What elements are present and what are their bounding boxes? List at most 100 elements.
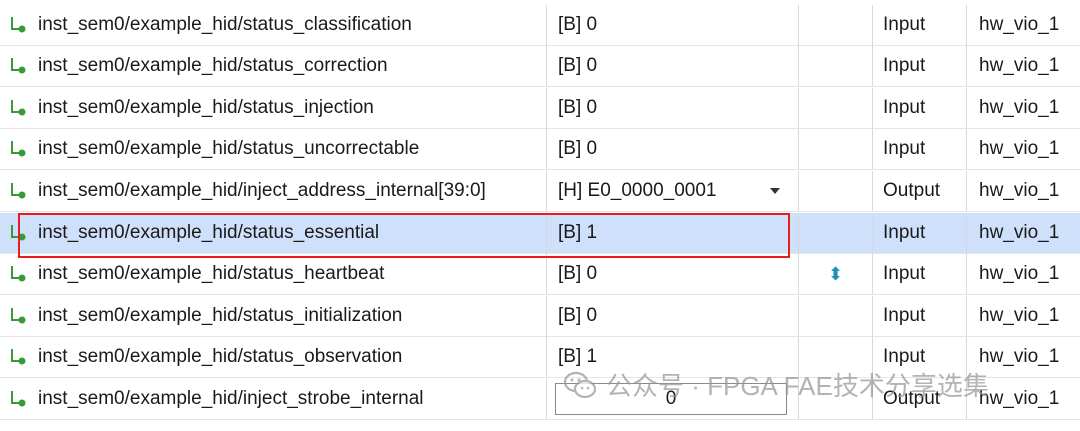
table-row[interactable]: inst_sem0/example_hid/status_observation…: [0, 337, 1080, 378]
probe-value-cell[interactable]: [B] 1: [547, 337, 799, 378]
vio-cell: hw_vio_1: [967, 46, 1080, 87]
probe-name: inst_sem0/example_hid/status_injection: [38, 97, 374, 118]
probe-value-cell[interactable]: 0: [547, 379, 799, 420]
vio-cell: hw_vio_1: [967, 171, 1080, 212]
probe-name: inst_sem0/example_hid/status_initializat…: [38, 305, 403, 326]
table-row[interactable]: inst_sem0/example_hid/status_injection […: [0, 88, 1080, 129]
table-row-selected[interactable]: inst_sem0/example_hid/status_essential […: [0, 213, 1080, 254]
probe-vio: hw_vio_1: [979, 14, 1060, 35]
probe-bus-icon: [8, 180, 30, 202]
activity-cell: [799, 213, 873, 254]
probe-value-cell[interactable]: [B] 0: [547, 129, 799, 170]
probe-name-cell[interactable]: inst_sem0/example_hid/status_observation: [0, 337, 547, 378]
probe-direction: Input: [883, 97, 926, 118]
probe-name-cell[interactable]: inst_sem0/example_hid/status_heartbeat: [0, 254, 547, 295]
direction-cell: Input: [873, 296, 967, 337]
probe-name-cell[interactable]: inst_sem0/example_hid/status_uncorrectab…: [0, 129, 547, 170]
activity-cell: [799, 129, 873, 170]
activity-cell: [799, 5, 873, 46]
direction-cell: Output: [873, 379, 967, 420]
vio-cell: hw_vio_1: [967, 296, 1080, 337]
probe-name-cell[interactable]: inst_sem0/example_hid/inject_address_int…: [0, 171, 547, 212]
probe-icon: [8, 263, 30, 285]
direction-cell: Input: [873, 46, 967, 87]
probe-name: inst_sem0/example_hid/status_uncorrectab…: [38, 138, 420, 159]
probe-icon: [8, 97, 30, 119]
probe-icon: [8, 14, 30, 36]
probe-direction: Input: [883, 138, 926, 159]
probe-value: [B] 0: [558, 305, 598, 326]
probe-name: inst_sem0/example_hid/inject_strobe_inte…: [38, 388, 424, 409]
activity-cell: [799, 296, 873, 337]
probe-icon: [8, 222, 30, 244]
table-row[interactable]: inst_sem0/example_hid/status_correction …: [0, 46, 1080, 87]
probe-direction: Input: [883, 222, 926, 243]
probe-name: inst_sem0/example_hid/status_heartbeat: [38, 263, 385, 284]
probe-name-cell[interactable]: inst_sem0/example_hid/status_initializat…: [0, 296, 547, 337]
probe-value-cell[interactable]: [B] 0: [547, 5, 799, 46]
direction-cell: Input: [873, 5, 967, 46]
probe-name: inst_sem0/example_hid/status_essential: [38, 222, 380, 243]
toggle-button-label: 0: [665, 388, 677, 409]
table-row[interactable]: inst_sem0/example_hid/inject_address_int…: [0, 171, 1080, 212]
probe-icon: [8, 346, 30, 368]
chevron-down-icon[interactable]: [770, 188, 780, 194]
probe-icon: [8, 138, 30, 160]
probe-value: [B] 1: [558, 346, 598, 367]
table-row[interactable]: inst_sem0/example_hid/status_initializat…: [0, 296, 1080, 337]
activity-cell: [799, 46, 873, 87]
probe-value-cell[interactable]: [H] E0_0000_0001: [547, 171, 799, 212]
probe-name-cell[interactable]: inst_sem0/example_hid/inject_strobe_inte…: [0, 379, 547, 420]
table-row[interactable]: inst_sem0/example_hid/inject_strobe_inte…: [0, 379, 1080, 420]
probe-vio: hw_vio_1: [979, 263, 1060, 284]
probe-value-cell[interactable]: [B] 0: [547, 296, 799, 337]
probe-icon: [8, 305, 30, 327]
probe-value: [B] 0: [558, 97, 598, 118]
vio-cell: hw_vio_1: [967, 213, 1080, 254]
table-row[interactable]: inst_sem0/example_hid/status_classificat…: [0, 5, 1080, 46]
toggle-button[interactable]: 0: [555, 383, 787, 415]
probe-value-cell[interactable]: [B] 0: [547, 46, 799, 87]
probe-vio: hw_vio_1: [979, 97, 1060, 118]
probe-name: inst_sem0/example_hid/status_correction: [38, 55, 388, 76]
vio-cell: hw_vio_1: [967, 5, 1080, 46]
probe-icon: [8, 388, 30, 410]
probe-value: [B] 0: [558, 55, 598, 76]
direction-cell: Input: [873, 254, 967, 295]
probe-vio: hw_vio_1: [979, 138, 1060, 159]
probe-direction: Input: [883, 263, 926, 284]
probe-icon: [8, 55, 30, 77]
probe-name: inst_sem0/example_hid/status_classificat…: [38, 14, 412, 35]
table-row[interactable]: inst_sem0/example_hid/status_uncorrectab…: [0, 129, 1080, 170]
probe-name-cell[interactable]: inst_sem0/example_hid/status_classificat…: [0, 5, 547, 46]
probe-value-cell[interactable]: [B] 0: [547, 254, 799, 295]
direction-cell: Output: [873, 171, 967, 212]
vio-cell: hw_vio_1: [967, 129, 1080, 170]
activity-cell: [799, 337, 873, 378]
activity-toggle-icon: ⬍: [827, 264, 844, 284]
probe-vio: hw_vio_1: [979, 222, 1060, 243]
vio-cell: hw_vio_1: [967, 379, 1080, 420]
probe-name-cell[interactable]: inst_sem0/example_hid/status_correction: [0, 46, 547, 87]
probe-direction: Input: [883, 346, 926, 367]
vio-cell: hw_vio_1: [967, 337, 1080, 378]
activity-cell: ⬍: [799, 254, 873, 295]
probe-value: [B] 1: [558, 222, 598, 243]
probe-value-cell[interactable]: [B] 0: [547, 88, 799, 129]
table-row[interactable]: inst_sem0/example_hid/status_heartbeat […: [0, 254, 1080, 295]
probe-vio: hw_vio_1: [979, 346, 1060, 367]
probe-vio: hw_vio_1: [979, 388, 1060, 409]
probe-name-cell[interactable]: inst_sem0/example_hid/status_injection: [0, 88, 547, 129]
probe-name-cell[interactable]: inst_sem0/example_hid/status_essential: [0, 213, 547, 254]
activity-cell: [799, 379, 873, 420]
probe-value-cell[interactable]: [B] 1: [547, 213, 799, 254]
probe-direction: Input: [883, 14, 926, 35]
activity-cell: [799, 88, 873, 129]
probe-direction: Output: [883, 388, 941, 409]
probe-direction: Input: [883, 55, 926, 76]
vio-cell: hw_vio_1: [967, 254, 1080, 295]
probe-value: [B] 0: [558, 138, 598, 159]
vio-cell: hw_vio_1: [967, 88, 1080, 129]
probe-value: [H] E0_0000_0001: [558, 180, 717, 201]
probe-vio: hw_vio_1: [979, 305, 1060, 326]
